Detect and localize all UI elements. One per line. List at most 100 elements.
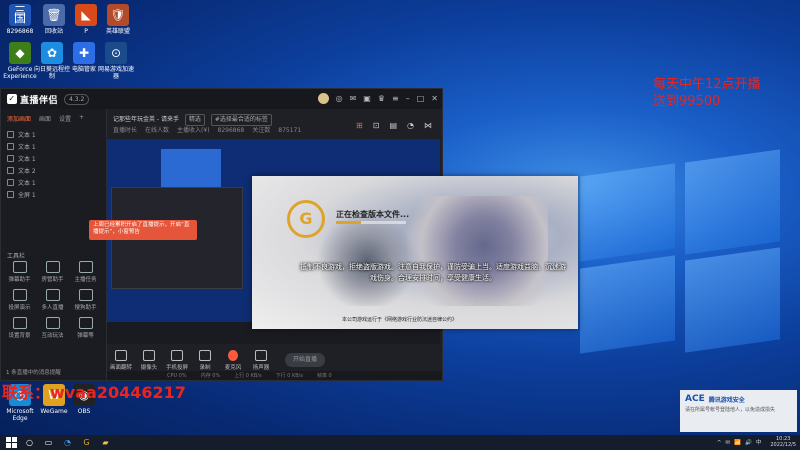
bottom-tool-button[interactable]: 麦克风 — [219, 349, 247, 371]
tray-icon[interactable]: 📶 — [734, 440, 741, 446]
visibility-icon[interactable] — [7, 142, 14, 150]
headset-icon[interactable]: ◎ — [336, 94, 343, 103]
tray-icon[interactable]: ^ — [717, 440, 722, 446]
tool-button[interactable]: 主播任务 — [69, 261, 102, 283]
tool-button[interactable]: 投屏演示 — [3, 289, 36, 311]
tool-label: 房管助手 — [41, 277, 64, 283]
game-icon[interactable]: G — [80, 436, 93, 449]
bottom-tool-button[interactable]: 摄像头 — [135, 349, 163, 371]
tool-button[interactable]: 设置背景 — [3, 317, 36, 339]
desktop-icon[interactable]: ✿ 向日葵远程控制 — [34, 42, 70, 80]
status-item: 帧率 0 — [316, 373, 332, 379]
tool-label: 投屏演示 — [8, 305, 31, 311]
close-icon[interactable]: ✕ — [431, 94, 438, 103]
start-live-button[interactable]: 开始直播 — [285, 353, 325, 367]
version-badge[interactable]: 4.3.2 — [64, 93, 90, 105]
layout-icon[interactable]: ▤ — [389, 121, 397, 130]
windows-wallpaper-logo — [560, 149, 790, 354]
minimize-icon[interactable]: – — [406, 94, 410, 103]
menu-icon[interactable]: ≡ — [392, 94, 399, 103]
desktop-icon[interactable]: 🛡 英雄联盟 — [100, 4, 136, 35]
tool-label: 设置背景 — [8, 333, 31, 339]
crown-icon[interactable]: ♛ — [378, 94, 385, 103]
tool-grid: 弹幕助手 房管助手 主播任务投屏演示 多人直播 搜狗助手设置背景 互动玩法 弹幕等 — [3, 261, 103, 339]
status-bar: CPU 0% 内存 0% 上行 0 KB/s 下行 0 KB/s 帧率 0 — [107, 371, 442, 380]
tool-icon — [45, 261, 60, 273]
app-logo-icon: ✓ — [7, 94, 17, 104]
maximize-icon[interactable]: □ — [417, 94, 425, 103]
lock-icon[interactable]: ⊡ — [373, 121, 380, 130]
clock[interactable]: 10:23 2022/12/5 — [770, 436, 796, 448]
tab-scene[interactable]: 画面 — [39, 114, 51, 123]
loader-status: 正在检查版本文件... — [336, 210, 410, 219]
scene-item[interactable]: 全屏 1 — [1, 188, 106, 200]
tray-icon[interactable]: 中 — [756, 440, 762, 446]
tool-button[interactable]: 弹幕等 — [69, 317, 102, 339]
app-titlebar[interactable]: ✓ 直播伴侣 4.3.2 ◎ ✉ ▣ ♛ ≡ – □ ✕ — [1, 89, 442, 109]
tool-button[interactable]: 搜狗助手 — [69, 289, 102, 311]
tool-label: 多人直播 — [41, 305, 64, 311]
scene-item[interactable]: 文本 1 — [1, 176, 106, 188]
visibility-icon[interactable] — [7, 178, 14, 186]
bottom-tool-button[interactable]: 扬声器 — [247, 349, 275, 371]
desktop-icon[interactable]: 三国 8296868 — [2, 4, 38, 35]
tool-icon — [12, 317, 27, 329]
message-footer[interactable]: 1 条直播中的消息提醒 — [6, 368, 61, 376]
tray-icon[interactable]: ✉ — [726, 440, 731, 446]
tool-label: 弹幕助手 — [8, 277, 31, 283]
message-icon[interactable]: ✉ — [350, 94, 357, 103]
stream-title[interactable]: 记那些年玩金英 - 请来手 — [113, 116, 179, 123]
visibility-icon[interactable] — [7, 154, 14, 162]
bottom-tool-button[interactable]: 录制 — [191, 349, 219, 371]
desktop-icon[interactable]: ◣ P — [68, 4, 104, 35]
scene-label: 文本 1 — [18, 179, 36, 187]
add-icon[interactable]: + — [79, 114, 84, 123]
desktop-icon[interactable]: ✚ 电脑管家 — [66, 42, 102, 73]
live-alert-banner[interactable]: 上周已经累积开启了直播提示，开启“直播提示”，小窗预告 — [89, 220, 197, 240]
desktop-app-icon: ◆ — [9, 42, 31, 64]
task-view-icon[interactable]: ▭ — [42, 436, 55, 449]
file-explorer-icon[interactable]: ▰ — [99, 436, 112, 449]
bottom-tool-label: 手机投屏 — [165, 364, 188, 371]
scene-item[interactable]: 文本 1 — [1, 128, 106, 140]
visibility-icon[interactable] — [7, 130, 14, 138]
tool-button[interactable]: 互动玩法 — [36, 317, 69, 339]
label-tag[interactable]: #选择最合适的标签 — [210, 114, 272, 126]
windows-start-icon[interactable] — [6, 437, 17, 448]
bottom-tool-button[interactable]: 手机投屏 — [163, 349, 191, 371]
visibility-icon[interactable] — [7, 166, 14, 174]
gift-icon[interactable]: ▣ — [363, 94, 371, 103]
edge-icon[interactable]: ◔ — [61, 436, 74, 449]
tray-icon[interactable]: 🔊 — [745, 440, 752, 446]
scene-item[interactable]: 文本 2 — [1, 164, 106, 176]
desktop-icon-label: Microsoft Edge — [6, 408, 34, 422]
app-logo: ✓ 直播伴侣 — [7, 93, 58, 106]
desktop-icon[interactable]: 🗑 回收站 — [36, 4, 72, 35]
tool-button[interactable]: 房管助手 — [36, 261, 69, 283]
health-notice: 抵制不良游戏，拒绝盗版游戏。注意自我保护，谨防受骗上当。适度游戏益脑，沉迷游戏伤… — [300, 263, 566, 282]
avatar[interactable] — [317, 93, 329, 104]
tab-add-scene[interactable]: 添加画面 — [7, 114, 31, 123]
bell-icon[interactable]: ◔ — [407, 121, 414, 130]
tool-button[interactable]: 多人直播 — [36, 289, 69, 311]
desktop-icon[interactable]: ◆ GeForce Experience — [2, 42, 38, 80]
tab-settings[interactable]: 设置 — [59, 114, 71, 123]
record-icon[interactable]: ⊞ — [356, 121, 363, 130]
security-notification[interactable]: ACE 腾讯游戏安全 请在所属号帐号登陆他人，以免造成损失 — [680, 390, 797, 432]
category-tag[interactable]: 精选 — [184, 114, 205, 126]
scene-item[interactable]: 文本 1 — [1, 140, 106, 152]
status-item: CPU 0% — [167, 372, 187, 379]
visibility-icon[interactable] — [7, 190, 14, 198]
scene-item[interactable]: 文本 1 — [1, 152, 106, 164]
share-icon[interactable]: ⋈ — [424, 121, 432, 130]
tool-label: 搜狗助手 — [74, 305, 97, 311]
scene-label: 文本 2 — [18, 167, 36, 175]
toolbar-icon — [255, 349, 267, 361]
bottom-tool-label: 摄像头 — [140, 364, 158, 371]
search-icon[interactable]: ○ — [23, 436, 36, 449]
tool-icon — [78, 317, 93, 329]
stream-stats: 直播时长 在线人数 主播收入(¥) 8296868 关注数 875171 — [113, 126, 309, 136]
desktop-icon[interactable]: ⊙ 网易游戏加速器 — [98, 42, 134, 80]
tool-button[interactable]: 弹幕助手 — [3, 261, 36, 283]
bottom-tool-button[interactable]: 画面翻转 — [107, 349, 135, 371]
